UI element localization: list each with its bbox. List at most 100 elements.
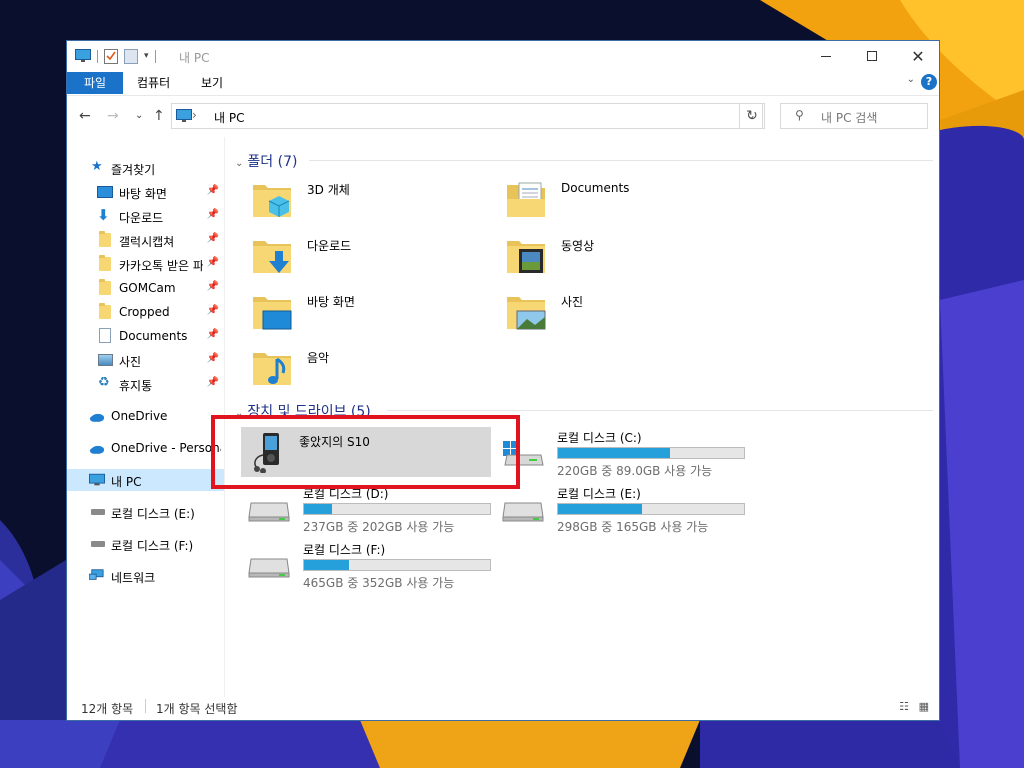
toolbar-separator bbox=[154, 49, 156, 63]
desktop-icon bbox=[97, 186, 113, 198]
close-button[interactable]: ✕ bbox=[895, 41, 939, 71]
folder-icon bbox=[99, 303, 111, 319]
sidebar-item-label: Cropped bbox=[119, 305, 170, 319]
back-button[interactable]: ← bbox=[79, 108, 91, 124]
folder-icon bbox=[99, 231, 111, 247]
sidebar-item-label: GOMCam bbox=[119, 281, 176, 295]
folder-item-videos[interactable]: 동영상 bbox=[505, 235, 755, 285]
divider bbox=[387, 410, 933, 411]
folder-item-music[interactable]: 음악 bbox=[251, 347, 501, 397]
sidebar-item-label: 카카오톡 받은 파 bbox=[119, 259, 203, 273]
tab-computer[interactable]: 컴퓨터 bbox=[123, 72, 184, 94]
group-header-label: 폴더 (7) bbox=[247, 154, 298, 170]
sidebar-item-label: 갤럭시캡쳐 bbox=[119, 235, 175, 249]
tab-view[interactable]: 보기 bbox=[187, 72, 237, 94]
drive-item-c[interactable]: 로컬 디스크 (C:) 220GB 중 89.0GB 사용 가능 bbox=[501, 427, 751, 479]
download-icon: ⬇ bbox=[97, 206, 110, 224]
folder-item-pictures[interactable]: 사진 bbox=[505, 291, 755, 341]
sidebar-item-downloads[interactable]: ⬇ 다운로드 📌 bbox=[67, 205, 224, 227]
properties-icon[interactable] bbox=[104, 48, 118, 64]
sidebar-item-desktop[interactable]: 바탕 화면 📌 bbox=[67, 181, 224, 203]
sidebar-item-network[interactable]: 네트워크 bbox=[67, 565, 224, 587]
sidebar-item-this-pc[interactable]: 내 PC bbox=[67, 469, 224, 491]
sidebar-item-quick-access[interactable]: ★ 즐겨찾기 bbox=[67, 157, 224, 179]
sidebar-item-drive-e[interactable]: 로컬 디스크 (E:) bbox=[67, 501, 224, 523]
folder-label: Documents bbox=[561, 181, 630, 195]
folder-item-desktop[interactable]: 바탕 화면 bbox=[251, 291, 501, 341]
drive-usage-bar bbox=[557, 447, 745, 459]
pin-icon: 📌 bbox=[206, 353, 219, 364]
cloud-icon bbox=[89, 445, 105, 454]
drive-item-d[interactable]: 로컬 디스크 (D:) 237GB 중 202GB 사용 가능 bbox=[247, 483, 497, 535]
sidebar-item-label: 로컬 디스크 (F:) bbox=[111, 539, 194, 553]
up-button[interactable]: ↑ bbox=[153, 108, 165, 124]
search-input[interactable]: ⚲ 내 PC 검색 bbox=[780, 103, 928, 129]
sidebar-item-onedrive-personal[interactable]: OneDrive - Personal bbox=[67, 437, 224, 459]
new-folder-icon[interactable] bbox=[124, 48, 138, 64]
folder-label: 3D 개체 bbox=[307, 183, 350, 197]
documents-icon bbox=[507, 182, 545, 217]
drive-usage-bar bbox=[303, 559, 491, 571]
sidebar-item-label: 즐겨찾기 bbox=[111, 163, 156, 177]
drive-usage-fill bbox=[558, 448, 670, 458]
sidebar-item-documents[interactable]: Documents 📌 bbox=[67, 325, 224, 347]
window-title: 내 PC bbox=[179, 51, 210, 65]
drive-usage-bar bbox=[303, 503, 491, 515]
sidebar-item-onedrive[interactable]: OneDrive bbox=[67, 405, 224, 427]
minimize-button[interactable] bbox=[803, 41, 849, 71]
sidebar-item-kakaotalk[interactable]: 카카오톡 받은 파 📌 bbox=[67, 253, 224, 275]
drive-label: 로컬 디스크 (F:) bbox=[303, 543, 386, 557]
star-icon: ★ bbox=[91, 159, 103, 174]
sidebar-item-label: Documents bbox=[119, 329, 188, 343]
pin-icon: 📌 bbox=[206, 377, 219, 388]
folder-item-documents[interactable]: Documents bbox=[505, 179, 755, 229]
pin-icon: 📌 bbox=[206, 329, 219, 340]
breadcrumb-chevron-icon[interactable]: › bbox=[192, 108, 197, 122]
drive-space-text: 220GB 중 89.0GB 사용 가능 bbox=[557, 464, 713, 478]
sidebar-item-drive-f[interactable]: 로컬 디스크 (F:) bbox=[67, 533, 224, 555]
forward-button[interactable]: → bbox=[107, 108, 119, 124]
toolbar-separator bbox=[97, 49, 98, 63]
highlight-box bbox=[211, 415, 520, 489]
folder-label: 바탕 화면 bbox=[307, 295, 355, 309]
chevron-down-icon: ⌄ bbox=[235, 158, 244, 169]
network-icon bbox=[89, 569, 104, 580]
sidebar-item-recycle-bin[interactable]: ♻ 휴지통 📌 bbox=[67, 373, 224, 395]
sidebar-item-label: 사진 bbox=[119, 355, 142, 369]
this-pc-icon bbox=[176, 109, 192, 122]
folder-item-3d-objects[interactable]: 3D 개체 bbox=[251, 179, 501, 229]
large-icons-view-icon[interactable]: ▦ bbox=[919, 700, 929, 713]
maximize-button[interactable] bbox=[849, 41, 895, 71]
title-bar: ▾ 내 PC ✕ bbox=[67, 41, 939, 71]
recent-locations-icon[interactable]: ⌄ bbox=[135, 110, 143, 121]
drive-item-e[interactable]: 로컬 디스크 (E:) 298GB 중 165GB 사용 가능 bbox=[501, 483, 751, 535]
folder-label: 음악 bbox=[307, 351, 330, 365]
sidebar-item-pictures[interactable]: 사진 📌 bbox=[67, 349, 224, 371]
quick-access-toolbar: ▾ bbox=[75, 48, 156, 64]
tab-file[interactable]: 파일 bbox=[67, 72, 123, 94]
sidebar-item-galaxy-capture[interactable]: 갤럭시캡쳐 📌 bbox=[67, 229, 224, 251]
help-icon[interactable]: ? bbox=[921, 74, 937, 90]
sidebar-item-gomcam[interactable]: GOMCam 📌 bbox=[67, 277, 224, 299]
ribbon: 파일 컴퓨터 보기 ⌄ ? bbox=[67, 71, 939, 95]
drive-usage-fill bbox=[304, 504, 332, 514]
folder-item-downloads[interactable]: 다운로드 bbox=[251, 235, 501, 285]
expand-ribbon-icon[interactable]: ⌄ bbox=[907, 74, 915, 85]
details-view-icon[interactable]: ☷ bbox=[899, 700, 909, 713]
drive-space-text: 298GB 중 165GB 사용 가능 bbox=[557, 520, 709, 534]
this-pc-icon[interactable] bbox=[75, 49, 91, 63]
drive-item-f[interactable]: 로컬 디스크 (F:) 465GB 중 352GB 사용 가능 bbox=[247, 539, 497, 591]
sidebar-item-label: 휴지통 bbox=[119, 379, 153, 393]
search-placeholder: 내 PC 검색 bbox=[821, 111, 878, 125]
address-bar[interactable]: › 내 PC ⌄ bbox=[171, 103, 763, 129]
group-header-folders[interactable]: ⌄ 폴더 (7) bbox=[235, 151, 297, 171]
3d-objects-icon bbox=[253, 185, 291, 217]
video-icon bbox=[507, 241, 545, 273]
sidebar-item-cropped[interactable]: Cropped 📌 bbox=[67, 301, 224, 323]
sidebar-item-label: OneDrive - Personal bbox=[111, 441, 221, 455]
pin-icon: 📌 bbox=[206, 281, 219, 292]
customize-toolbar-icon[interactable]: ▾ bbox=[144, 51, 149, 61]
refresh-button[interactable]: ↻ bbox=[739, 103, 765, 129]
breadcrumb[interactable]: 내 PC bbox=[214, 109, 244, 126]
drive-label: 로컬 디스크 (C:) bbox=[557, 431, 642, 445]
